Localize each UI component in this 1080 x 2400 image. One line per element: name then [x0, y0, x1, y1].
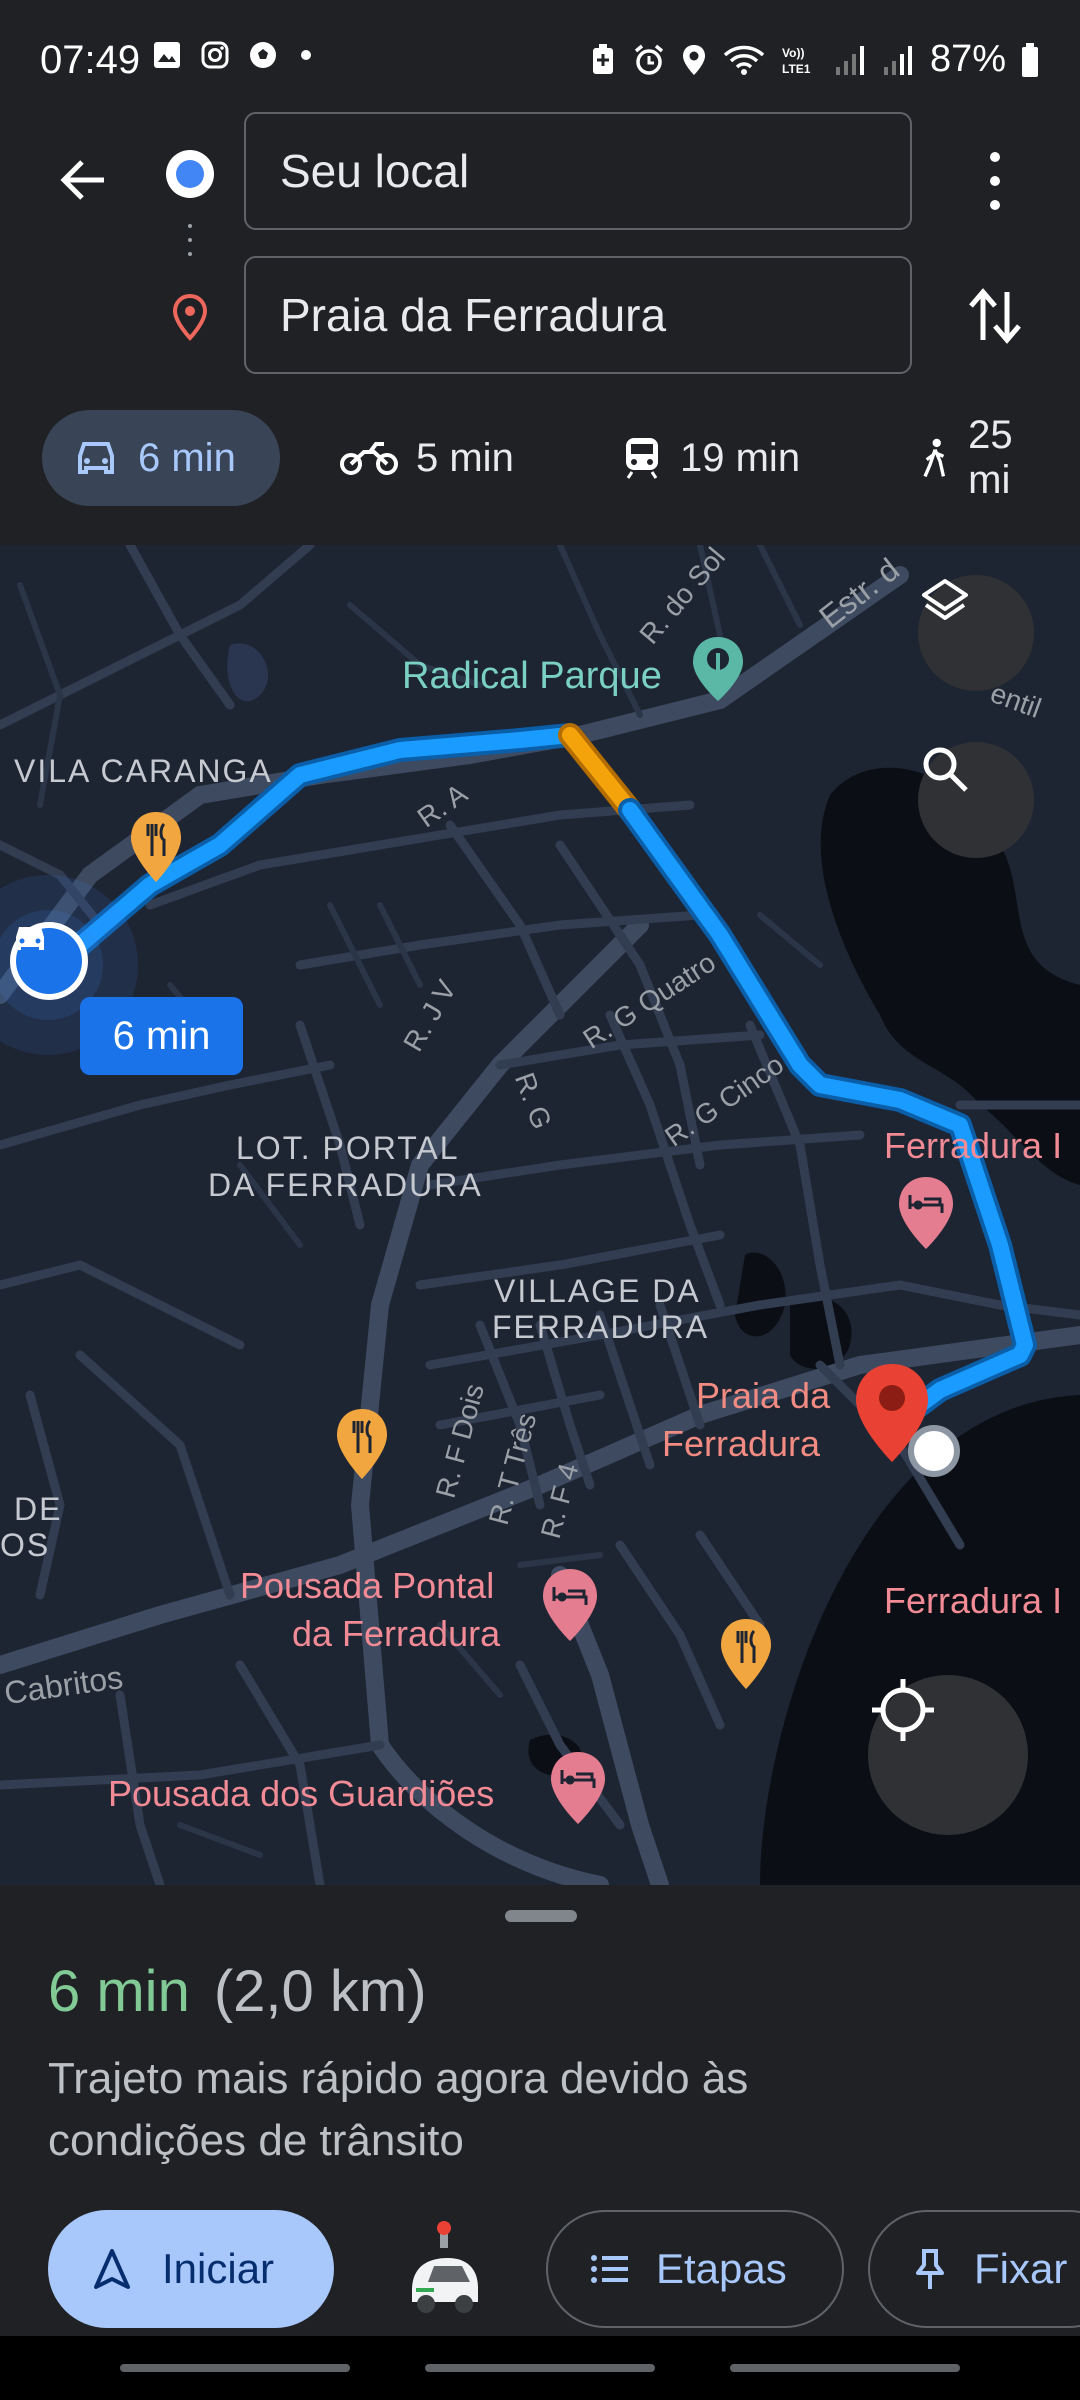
area-label: FERRADURA — [492, 1309, 710, 1345]
layers-button[interactable] — [918, 575, 1034, 691]
route-distance: (2,0 km) — [213, 1959, 427, 2024]
svg-text:LTE1: LTE1 — [782, 62, 811, 76]
mode-walking[interactable]: 25 mi — [890, 410, 1080, 506]
steps-button[interactable]: Etapas — [546, 2210, 844, 2328]
nav-segment — [425, 2364, 655, 2372]
mode-transit-time: 19 min — [680, 435, 801, 480]
swap-vert-icon — [969, 288, 1021, 344]
area-label: DA FERRADURA — [208, 1167, 483, 1203]
destination-label: Praia da — [696, 1375, 831, 1416]
park-poi-icon[interactable] — [690, 635, 746, 703]
area-label: OS — [0, 1527, 51, 1563]
start-label: Iniciar — [162, 2245, 275, 2292]
more-options-button[interactable] — [975, 146, 1015, 216]
signal-icon — [835, 45, 864, 75]
poi-label: Radical Parque — [402, 655, 662, 697]
battery-icon — [1022, 42, 1038, 77]
swap-button[interactable] — [965, 284, 1025, 353]
destination-field[interactable]: Praia da Ferradura — [244, 256, 912, 374]
route-duration: 6 min — [48, 1959, 190, 2024]
search-along-route-button[interactable] — [918, 742, 1034, 858]
route-eta-badge[interactable]: 6 min — [80, 997, 243, 1075]
hotel-poi-icon[interactable] — [540, 1567, 600, 1643]
route-connector — [188, 224, 192, 274]
destination-text: Praia da Ferradura — [280, 289, 667, 341]
pin-button[interactable]: Fixar — [868, 2210, 1080, 2328]
transit-icon — [626, 438, 658, 479]
hotel-poi-icon[interactable] — [896, 1175, 956, 1251]
dot-icon — [301, 50, 311, 60]
system-navigation-bar — [0, 2336, 1080, 2400]
poi-label: Ferradura I — [884, 1125, 1063, 1166]
gallery-icon — [154, 42, 180, 68]
hotel-poi-icon[interactable] — [548, 1750, 608, 1826]
origin-car-marker[interactable] — [10, 922, 88, 1000]
poi-label: Ferradura I — [884, 1580, 1063, 1621]
mode-driving[interactable]: 6 min — [42, 410, 280, 506]
status-bar: 07:49 Vo)) LTE1 87% — [0, 0, 1080, 110]
origin-marker-icon — [166, 150, 214, 198]
sheet-drag-handle[interactable] — [505, 1910, 577, 1922]
action-buttons: Iniciar Etapas Fixar — [0, 2210, 1080, 2330]
street-view-button[interactable] — [404, 2220, 484, 2325]
list-icon — [591, 2255, 628, 2283]
signal-icon — [883, 45, 912, 75]
directions-header: Seu local Praia da Ferradura — [0, 110, 1080, 374]
motorcycle-icon — [340, 442, 398, 475]
restaurant-poi-icon[interactable] — [334, 1407, 390, 1481]
mode-driving-time: 6 min — [138, 435, 236, 480]
poi-label: Pousada Pontal — [240, 1565, 495, 1606]
nav-segment — [120, 2364, 350, 2372]
poi-label: da Ferradura — [292, 1613, 501, 1654]
instagram-icon — [201, 41, 229, 69]
steps-label: Etapas — [656, 2245, 787, 2292]
area-label: VILLAGE DA — [494, 1273, 701, 1309]
arrow-back-icon — [60, 160, 104, 200]
restaurant-poi-icon[interactable] — [128, 810, 184, 884]
my-location-button[interactable] — [868, 1675, 1028, 1835]
nav-segment — [730, 2364, 960, 2372]
origin-field[interactable]: Seu local — [244, 112, 912, 230]
walk-icon — [923, 438, 946, 478]
my-location-icon — [872, 1679, 934, 1741]
battery-percent: 87% — [929, 38, 1006, 80]
back-button[interactable] — [44, 140, 124, 220]
navigation-arrow-icon — [94, 2249, 130, 2289]
layers-icon — [922, 579, 968, 620]
destination-dot — [908, 1425, 960, 1477]
poi-label: Pousada dos Guardiões — [108, 1773, 495, 1814]
volte-icon: Vo)) LTE1 — [782, 46, 811, 76]
location-icon — [682, 44, 705, 75]
car-icon — [78, 442, 114, 474]
origin-text: Seu local — [280, 145, 470, 197]
search-icon — [923, 747, 968, 792]
pin-label: Fixar — [974, 2245, 1068, 2292]
mode-walking-time: 25 mi — [968, 413, 1013, 502]
map-view[interactable]: Radical Parque VILA CARANGA LOT. PORTAL … — [0, 545, 1080, 1885]
battery-saver-icon — [592, 43, 613, 74]
route-summary-sheet[interactable]: 6 min (2,0 km) Trajeto mais rápido agora… — [0, 1888, 1080, 2336]
area-label: VILA CARANGA — [14, 753, 273, 789]
status-time: 07:49 — [40, 38, 141, 82]
soccer-icon — [250, 42, 276, 68]
mode-motorcycle-time: 5 min — [416, 435, 514, 480]
svg-text:Vo)): Vo)) — [782, 46, 804, 60]
street-view-car-icon — [412, 2221, 478, 2313]
alarm-icon — [634, 44, 664, 75]
restaurant-poi-icon[interactable] — [718, 1617, 774, 1691]
route-summary: 6 min (2,0 km) — [48, 1958, 427, 2025]
area-label: LOT. PORTAL — [236, 1130, 460, 1166]
destination-pin-icon — [170, 292, 210, 347]
route-description: Trajeto mais rápido agora devido às cond… — [48, 2054, 749, 2165]
pin-icon — [916, 2249, 944, 2289]
mode-motorcycle[interactable]: 5 min — [310, 410, 544, 506]
car-icon — [16, 927, 44, 950]
wifi-icon — [723, 45, 765, 75]
destination-label: Ferradura — [662, 1423, 821, 1464]
area-label: DE — [14, 1491, 63, 1527]
start-button[interactable]: Iniciar — [48, 2210, 334, 2328]
mode-transit[interactable]: 19 min — [592, 410, 830, 506]
travel-modes: 6 min 5 min 19 min 25 mi — [0, 410, 1080, 510]
